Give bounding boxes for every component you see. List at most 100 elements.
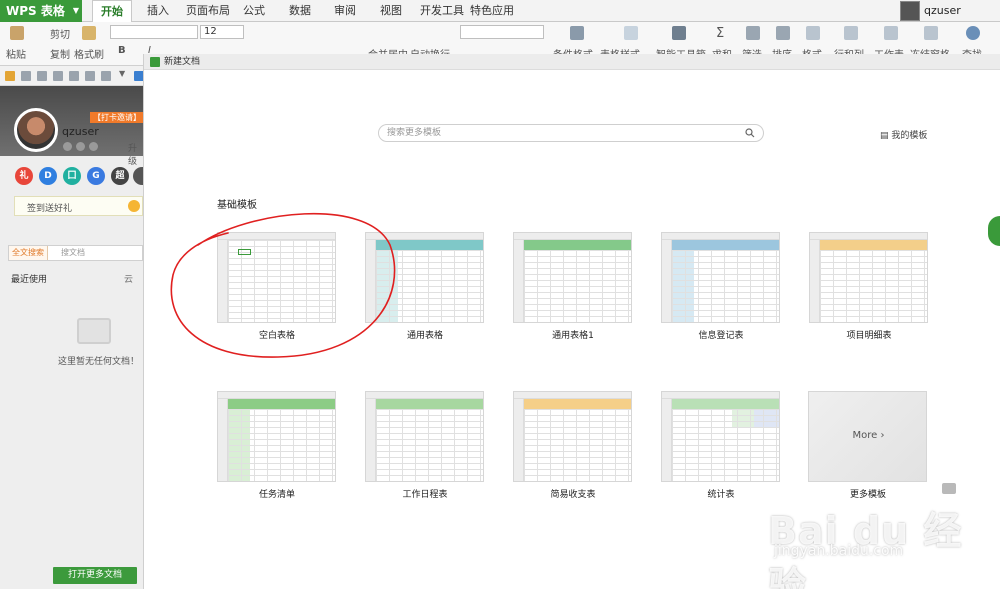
section-title: 基础模板 — [217, 200, 257, 211]
number-format-select[interactable] — [460, 25, 544, 39]
copy-button[interactable]: 复制 — [50, 46, 70, 61]
paste-button[interactable]: 粘贴 — [6, 46, 26, 61]
format-painter-button[interactable]: 格式刷 — [74, 46, 104, 61]
tab-insert[interactable]: 插入 — [147, 0, 169, 22]
search-icon[interactable] — [966, 26, 980, 40]
gift-app-icon[interactable]: 礼 — [15, 167, 33, 185]
signin-label: 签到送好礼 — [27, 204, 73, 214]
tab-review[interactable]: 审阅 — [334, 0, 356, 22]
my-templates-label: 我的模板 — [891, 131, 928, 141]
app-menu-button[interactable]: WPS 表格 ▼ — [0, 0, 82, 22]
template-card-info-register[interactable] — [661, 232, 780, 323]
photo-app-icon[interactable]: 囗 — [63, 167, 81, 185]
template-card-income-expense[interactable] — [513, 391, 632, 482]
template-label-task-list[interactable]: 任务清单 — [207, 487, 347, 500]
font-name-select[interactable] — [110, 25, 198, 39]
more-templates-label[interactable]: 更多模板 — [798, 487, 938, 500]
document-search[interactable]: 全文搜索 搜文档 — [8, 245, 143, 261]
my-templates-link[interactable]: ▤ 我的模板 — [880, 128, 927, 141]
search-icon[interactable] — [745, 128, 755, 138]
search-scope-select[interactable]: 全文搜索 — [9, 246, 48, 260]
app-name: WPS 表格 — [6, 4, 65, 18]
template-search-input[interactable]: 搜索更多模板 — [378, 124, 764, 142]
chevron-down-icon: ▼ — [72, 6, 79, 15]
template-label-project-detail[interactable]: 项目明细表 — [799, 328, 939, 341]
rows-cols-icon[interactable] — [844, 26, 858, 40]
empty-state-text: 这里暂无任何文档！ — [58, 357, 140, 367]
template-label-info-register[interactable]: 信息登记表 — [651, 328, 791, 341]
sort-icon[interactable] — [776, 26, 790, 40]
tab-formula[interactable]: 公式 — [243, 0, 265, 22]
new-document-dialog: 新建文档 搜索更多模板 ▤ 我的模板 基础模板 空白表格 通用表格 通用表格1 … — [143, 54, 1000, 589]
filter-icon[interactable] — [746, 26, 760, 40]
open-folder-icon[interactable] — [5, 71, 15, 81]
signin-gift-banner[interactable]: 签到送好礼 — [14, 196, 143, 216]
template-label-general[interactable]: 通用表格 — [355, 328, 495, 341]
checkin-invite-badge[interactable]: 【打卡邀请】 — [90, 112, 143, 123]
undo-icon[interactable] — [85, 71, 95, 81]
template-search-placeholder: 搜索更多模板 — [387, 128, 442, 138]
worksheet-icon[interactable] — [884, 26, 898, 40]
dialog-titlebar: 新建文档 — [144, 54, 1000, 70]
cloud-label[interactable]: 云 — [124, 272, 133, 285]
template-card-task-list[interactable] — [217, 391, 336, 482]
save-icon[interactable] — [21, 71, 31, 81]
tab-developer[interactable]: 开发工具 — [420, 0, 464, 22]
tab-view[interactable]: 视图 — [380, 0, 402, 22]
user-area[interactable]: qzuser — [900, 0, 1000, 22]
freeze-icon[interactable] — [924, 26, 938, 40]
docer-app-icon[interactable]: D — [39, 167, 57, 185]
template-card-statistics[interactable] — [661, 391, 780, 482]
table-style-icon[interactable] — [624, 26, 638, 40]
sigma-icon[interactable]: Σ — [716, 26, 724, 41]
print-icon[interactable] — [53, 71, 63, 81]
template-label-work-schedule[interactable]: 工作日程表 — [355, 487, 495, 500]
super-app-icon[interactable]: 超 — [111, 167, 129, 185]
recent-label[interactable]: 最近使用 — [11, 272, 47, 285]
spreadsheet-icon — [150, 57, 160, 67]
template-label-statistics[interactable]: 统计表 — [651, 487, 791, 500]
sidebar: 【打卡邀请】 qzuser 升级 礼 D 囗 G 超 签到送好礼 全文搜索 搜文… — [0, 86, 143, 589]
bold-icon[interactable]: B — [118, 45, 126, 56]
tab-data[interactable]: 数据 — [289, 0, 311, 22]
sidebar-username[interactable]: qzuser — [62, 125, 99, 138]
template-label-income-expense[interactable]: 简易收支表 — [503, 487, 643, 500]
door-app-icon[interactable] — [133, 167, 143, 185]
selected-cell — [238, 249, 251, 255]
template-label-blank[interactable]: 空白表格 — [207, 328, 347, 341]
tab-page-layout[interactable]: 页面布局 — [186, 0, 230, 22]
open-more-documents-button[interactable]: 打开更多文档 — [53, 567, 137, 584]
tab-special[interactable]: 特色应用 — [470, 0, 514, 22]
template-card-general[interactable] — [365, 232, 484, 323]
export-icon[interactable] — [37, 71, 47, 81]
upgrade-link[interactable]: 升级 — [128, 141, 143, 167]
feedback-icon[interactable] — [942, 483, 956, 494]
side-widget-tab[interactable] — [988, 216, 1000, 246]
template-card-work-schedule[interactable] — [365, 391, 484, 482]
g-app-icon[interactable]: G — [87, 167, 105, 185]
template-card-blank[interactable] — [217, 232, 336, 323]
paste-icon[interactable] — [10, 26, 24, 40]
avatar[interactable] — [900, 1, 920, 21]
more-label: More › — [852, 430, 885, 441]
format-icon[interactable] — [806, 26, 820, 40]
more-templates-card[interactable]: More › — [808, 391, 927, 482]
tab-home[interactable]: 开始 — [92, 0, 132, 22]
redo-icon[interactable] — [101, 71, 111, 81]
font-size-select[interactable]: 12 — [200, 25, 244, 39]
cut-button[interactable]: 剪切 — [50, 26, 70, 41]
vip-badge-icon — [63, 142, 72, 151]
preview-icon[interactable] — [69, 71, 79, 81]
avatar[interactable] — [14, 108, 58, 152]
quick-access-toolbar: ▼ — [0, 66, 144, 86]
toolbox-icon[interactable] — [672, 26, 686, 40]
coin-icon — [128, 200, 140, 212]
template-card-general-1[interactable] — [513, 232, 632, 323]
brush-icon[interactable] — [82, 26, 96, 40]
search-input[interactable]: 搜文档 — [61, 246, 85, 260]
template-label-general-1[interactable]: 通用表格1 — [503, 328, 643, 341]
template-card-project-detail[interactable] — [809, 232, 928, 323]
member-badge-icon — [76, 142, 85, 151]
conditional-format-icon[interactable] — [570, 26, 584, 40]
chevron-down-icon[interactable]: ▼ — [119, 69, 129, 79]
